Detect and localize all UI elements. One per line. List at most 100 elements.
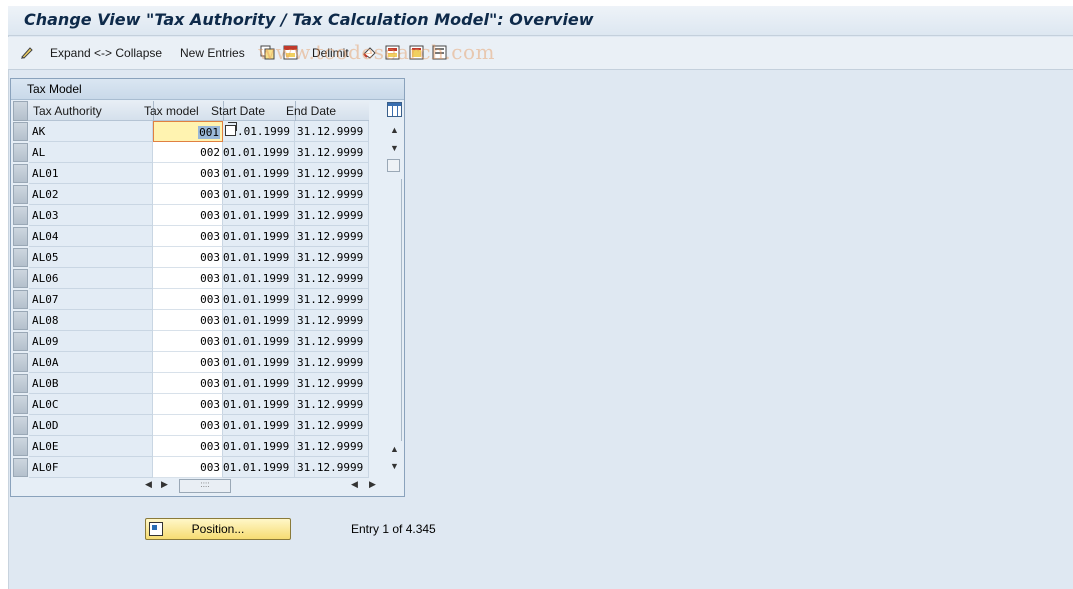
table-row: AL0C 003 01.01.1999 31.12.9999 [13, 394, 369, 415]
tax-authority-cell: AL09 [29, 331, 153, 352]
end-date-cell: 31.12.9999 [295, 331, 369, 352]
vertical-scroll-thumb[interactable] [387, 159, 400, 172]
column-settings-icon[interactable] [387, 102, 402, 117]
scroll-down-icon[interactable]: ▼ [390, 143, 399, 153]
start-date-value: 01.01.1999 [223, 398, 290, 411]
row-selector[interactable] [13, 311, 28, 330]
scroll-far-right-icon[interactable]: ▶ [369, 479, 376, 490]
tax-model-input[interactable]: 003 [153, 352, 223, 373]
horizontal-scroll-thumb[interactable]: :::: [179, 479, 231, 493]
scroll-page-down-icon[interactable]: ▼ [390, 461, 399, 471]
expand-collapse-button[interactable]: Expand <-> Collapse [50, 46, 162, 60]
watermark: www.tcodesearch.com [258, 40, 495, 64]
tax-model-input[interactable]: 003 [153, 457, 223, 478]
tax-model-value: 003 [200, 335, 220, 348]
start-date-cell: 01.01.1999 [223, 352, 295, 373]
row-selector[interactable] [13, 374, 28, 393]
tax-authority-cell: AK [29, 121, 153, 142]
row-selector[interactable] [13, 122, 28, 141]
select-all-cell[interactable] [13, 101, 28, 121]
start-date-value: 01.01.1999 [223, 272, 290, 285]
column-header-start-date[interactable]: Start Date [211, 104, 265, 118]
row-selector[interactable] [13, 185, 28, 204]
vertical-scrollbar[interactable]: ▲ ▼ ▲ ▼ [383, 101, 403, 477]
tax-model-input[interactable]: 003 [153, 247, 223, 268]
scroll-right-icon[interactable]: ▶ [161, 479, 168, 490]
tax-model-input[interactable]: 003 [153, 289, 223, 310]
title-bar: Change View "Tax Authority / Tax Calcula… [8, 6, 1073, 36]
tax-model-value: 003 [200, 230, 220, 243]
tax-model-input[interactable]: 003 [153, 436, 223, 457]
end-date-cell: 31.12.9999 [295, 226, 369, 247]
end-date-cell: 31.12.9999 [295, 352, 369, 373]
tax-authority-cell: AL0E [29, 436, 153, 457]
table-header: Tax Authority Tax model Start Date End D… [13, 101, 369, 121]
end-date-cell: 31.12.9999 [295, 394, 369, 415]
tax-model-input[interactable]: 003 [153, 163, 223, 184]
tax-model-value: 003 [200, 440, 220, 453]
tax-model-input[interactable]: 003 [153, 226, 223, 247]
row-selector[interactable] [13, 269, 28, 288]
start-date-cell: 01.01.1999 [223, 310, 295, 331]
table-row: AL08 003 01.01.1999 31.12.9999 [13, 310, 369, 331]
column-header-tax-authority[interactable]: Tax Authority [33, 104, 102, 118]
scroll-left-icon[interactable]: ◀ [145, 479, 152, 490]
tax-model-input[interactable]: 002 [153, 142, 223, 163]
row-selector[interactable] [13, 227, 28, 246]
row-selector[interactable] [13, 248, 28, 267]
end-date-cell: 31.12.9999 [295, 310, 369, 331]
edit-pencil-icon[interactable] [20, 45, 35, 60]
tax-authority-cell: AL07 [29, 289, 153, 310]
start-date-value: 01.01.1999 [223, 251, 290, 264]
tax-model-input[interactable]: 003 [153, 415, 223, 436]
row-selector[interactable] [13, 164, 28, 183]
start-date-value: 01.01.1999 [223, 167, 290, 180]
table-row: AL02 003 01.01.1999 31.12.9999 [13, 184, 369, 205]
row-selector[interactable] [13, 416, 28, 435]
row-selector[interactable] [13, 290, 28, 309]
tax-model-input[interactable]: 003 [153, 268, 223, 289]
tax-model-input[interactable]: 003 [153, 373, 223, 394]
tax-model-input[interactable]: 001 [153, 121, 223, 142]
start-date-value: .01.1999 [237, 125, 290, 138]
tax-model-input[interactable]: 003 [153, 184, 223, 205]
new-entries-button[interactable]: New Entries [180, 46, 245, 60]
row-selector[interactable] [13, 332, 28, 351]
horizontal-scrollbar[interactable]: ◀ ▶ :::: ◀ ▶ [145, 477, 395, 493]
tax-model-input[interactable]: 003 [153, 331, 223, 352]
tax-authority-cell: AL0C [29, 394, 153, 415]
column-header-end-date[interactable]: End Date [286, 104, 336, 118]
tax-authority-cell: AL0A [29, 352, 153, 373]
row-selector[interactable] [13, 206, 28, 225]
table-row: AL07 003 01.01.1999 31.12.9999 [13, 289, 369, 310]
tax-model-table: Tax Authority Tax model Start Date End D… [13, 101, 369, 478]
tax-authority-cell: AL0D [29, 415, 153, 436]
tax-model-value: 003 [200, 377, 220, 390]
value-help-icon[interactable] [225, 122, 237, 136]
scroll-far-left-icon[interactable]: ◀ [351, 479, 358, 490]
start-date-value: 01.01.1999 [223, 314, 290, 327]
entry-counter: Entry 1 of 4.345 [351, 522, 436, 536]
toolbar: Expand <-> Collapse New Entries Delimit [8, 37, 1073, 70]
start-date-value: 01.01.1999 [223, 335, 290, 348]
scroll-page-up-icon[interactable]: ▲ [390, 444, 399, 454]
start-date-value: 01.01.1999 [223, 419, 290, 432]
scroll-up-icon[interactable]: ▲ [390, 125, 399, 135]
tax-model-input[interactable]: 003 [153, 205, 223, 226]
tax-model-value: 003 [200, 209, 220, 222]
row-selector[interactable] [13, 143, 28, 162]
start-date-cell: 01.01.1999 [223, 163, 295, 184]
tax-model-input[interactable]: 003 [153, 310, 223, 331]
row-selector[interactable] [13, 458, 28, 477]
tax-model-value: 003 [200, 461, 220, 474]
tax-model-value: 003 [200, 419, 220, 432]
row-selector[interactable] [13, 353, 28, 372]
position-button[interactable]: Position... [145, 518, 291, 540]
end-date-cell: 31.12.9999 [295, 268, 369, 289]
tax-model-input[interactable]: 003 [153, 394, 223, 415]
start-date-cell: 01.01.1999 [223, 289, 295, 310]
column-header-tax-model[interactable]: Tax model [144, 104, 199, 118]
row-selector[interactable] [13, 437, 28, 456]
row-selector[interactable] [13, 395, 28, 414]
start-date-value: 01.01.1999 [223, 440, 290, 453]
